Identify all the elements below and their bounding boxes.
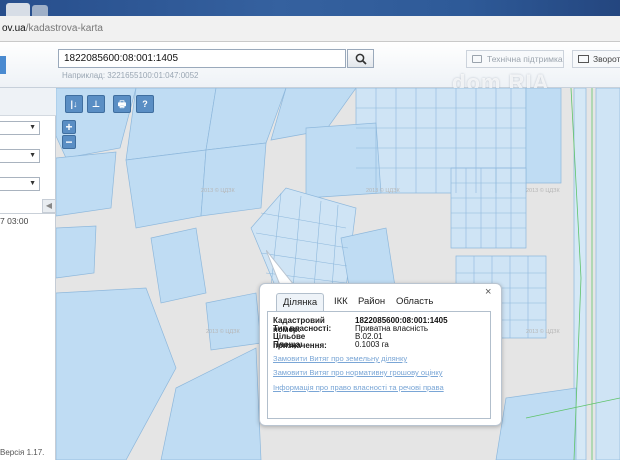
parcel — [56, 287, 177, 460]
map-watermark: 2013 © ЦДЗК — [206, 328, 240, 335]
identify-button[interactable]: ? — [136, 95, 154, 113]
collapse-panel-button[interactable]: ◀ — [42, 199, 56, 213]
browser-tab-strip — [0, 0, 620, 16]
parcel-details: Кадастровий номер: 1822085600:08:001:140… — [267, 311, 491, 419]
measure-area-button[interactable]: ⊥ — [87, 95, 105, 113]
browser-new-tab[interactable] — [32, 5, 48, 16]
parcel — [200, 142, 267, 217]
zoom-out-button[interactable]: − — [62, 135, 76, 149]
parcel-info-popup: × Ділянка ІКК Район Область Кадастровий … — [259, 283, 502, 426]
version-text: Версія 1.17. — [0, 448, 45, 457]
parcel — [495, 387, 577, 460]
order-parcel-extract-link[interactable]: Замовити Витяг про земельну ділянку — [273, 354, 407, 363]
map-watermark: 2013 © ЦДЗК — [526, 328, 560, 335]
feedback-button[interactable]: Зворот — [572, 50, 620, 68]
map-watermark: 2013 © ЦДЗК — [201, 187, 235, 194]
tab-district[interactable]: Район — [352, 293, 391, 311]
left-panel-header — [0, 88, 56, 116]
map-watermark: 2013 © ЦДЗК — [366, 187, 400, 194]
tab-region[interactable]: Область — [390, 293, 439, 311]
address-bar[interactable]: ov.ua/kadastrova-karta — [0, 16, 620, 42]
parcel — [305, 122, 382, 199]
url-text[interactable]: ov.ua/kadastrova-karta — [2, 23, 103, 34]
close-icon[interactable]: × — [485, 286, 491, 298]
chevron-down-icon: ▼ — [29, 180, 36, 187]
parcel — [525, 88, 562, 184]
parcel — [205, 88, 287, 151]
url-host: ov.ua — [2, 23, 26, 34]
zoom-in-button[interactable]: + — [62, 120, 76, 134]
divider — [0, 213, 56, 214]
support-icon — [472, 55, 482, 63]
cadastral-search-input[interactable] — [58, 49, 346, 68]
parcel — [56, 225, 97, 279]
filter-select-2[interactable]: ▼ — [0, 149, 40, 163]
order-valuation-extract-link[interactable]: Замовити Витяг про нормативну грошову оц… — [273, 368, 443, 377]
url-path: /kadastrova-karta — [25, 23, 103, 34]
ownership-info-link[interactable]: Інформація про право власності та речові… — [273, 383, 444, 392]
browser-tab[interactable] — [6, 3, 30, 16]
detail-value: 0.1003 га — [355, 340, 389, 349]
support-label: Технічна підтримка — [487, 54, 563, 64]
search-hint: Наприклад: 3221655100:01:047:0052 — [62, 71, 199, 80]
left-panel: ▼ ▼ ▼ ◀ 7 03:00 — [0, 88, 56, 460]
filter-select-1[interactable]: ▼ — [0, 121, 40, 135]
measure-distance-button[interactable]: |↓ — [65, 95, 83, 113]
print-button[interactable]: 🖶 — [113, 95, 131, 113]
app-header: Наприклад: 3221655100:01:047:0052 dom RI… — [0, 42, 620, 95]
mail-icon — [578, 55, 589, 63]
search-button[interactable] — [347, 49, 374, 68]
parcel-block — [450, 167, 527, 249]
logo — [0, 56, 6, 74]
filter-select-3[interactable]: ▼ — [0, 177, 40, 191]
tab-ikk[interactable]: ІКК — [328, 293, 354, 311]
parcel — [125, 149, 207, 229]
parcel — [56, 151, 117, 217]
update-time: 7 03:00 — [0, 216, 29, 226]
parcel-strip — [595, 88, 620, 460]
parcel — [150, 227, 207, 304]
detail-label: Площа: — [273, 340, 303, 349]
parcel — [205, 292, 262, 351]
parcel — [160, 347, 262, 460]
chevron-down-icon: ▼ — [29, 124, 36, 131]
tab-parcel[interactable]: Ділянка — [276, 293, 325, 311]
support-button[interactable]: Технічна підтримка — [466, 50, 564, 68]
map-watermark: 2013 © ЦДЗК — [526, 187, 560, 194]
popup-pointer — [266, 250, 296, 286]
search-icon — [355, 53, 367, 65]
feedback-label: Зворот — [593, 54, 620, 64]
chevron-down-icon: ▼ — [29, 152, 36, 159]
